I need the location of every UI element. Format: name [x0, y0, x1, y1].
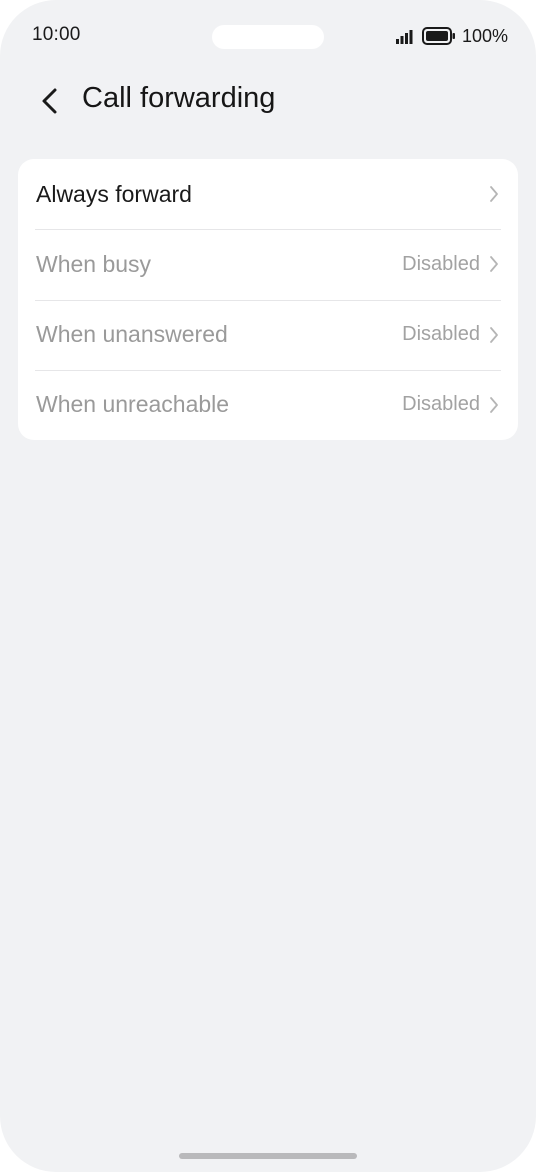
option-when-unreachable[interactable]: When unreachable Disabled [18, 369, 518, 440]
chevron-right-icon [490, 396, 498, 413]
status-bar: 10:00 100% [0, 0, 536, 72]
page-title: Call forwarding [82, 82, 276, 114]
chevron-right-icon [490, 186, 498, 203]
option-label: When unreachable [36, 391, 230, 418]
battery-icon [421, 27, 455, 45]
camera-cutout [212, 25, 324, 49]
phone-screen: 10:00 100% Call forwarding Always forwar… [0, 0, 536, 1172]
option-status: Disabled [402, 323, 480, 346]
option-always-forward[interactable]: Always forward [18, 159, 518, 229]
chevron-left-icon[interactable] [36, 84, 66, 118]
chevron-right-icon [490, 256, 498, 273]
option-when-busy[interactable]: When busy Disabled [18, 229, 518, 299]
signal-icon [395, 30, 413, 44]
option-status: Disabled [402, 252, 480, 275]
forwarding-options-list: Always forward When busy Disabled When u… [18, 159, 518, 440]
option-label: Always forward [36, 180, 192, 207]
battery-percentage: 100% [461, 25, 508, 46]
option-status: Disabled [402, 393, 480, 416]
page-header: Call forwarding [0, 76, 536, 126]
home-indicator[interactable] [179, 1153, 357, 1159]
option-when-unanswered[interactable]: When unanswered Disabled [18, 299, 518, 370]
chevron-right-icon [490, 326, 498, 343]
status-indicators: 100% [395, 24, 508, 48]
status-time: 10:00 [32, 24, 81, 45]
option-label: When busy [36, 250, 152, 277]
option-label: When unanswered [36, 321, 228, 348]
